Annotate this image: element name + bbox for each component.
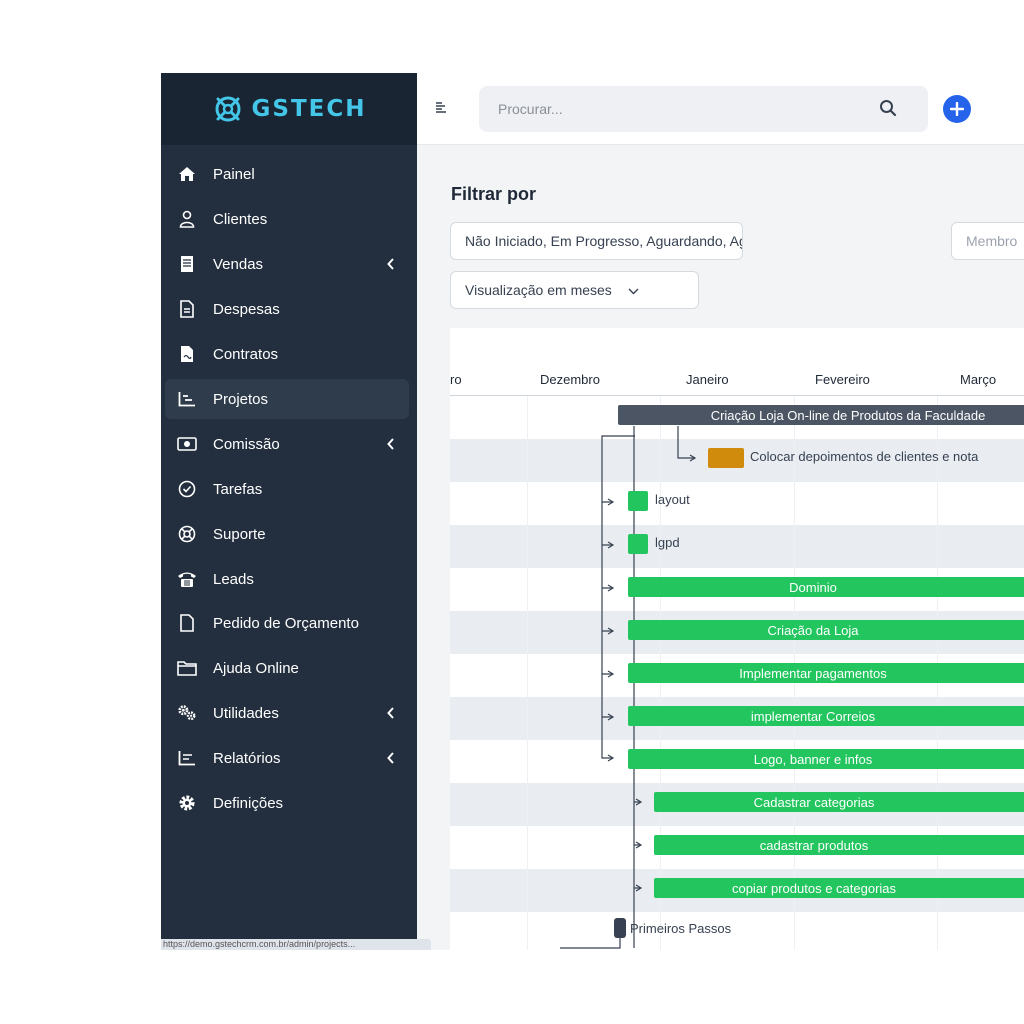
sidebar: GSTECH Painel Clientes Vendas Despesas C… [161, 73, 431, 950]
sidebar-item-painel[interactable]: Painel [165, 154, 409, 194]
gantt-bar-label: Logo, banner e infos [753, 751, 873, 767]
gantt-bar-task[interactable]: copiar produtos e categorias [654, 878, 1024, 898]
gantt-bar-label: Cadastrar categorias [753, 794, 875, 810]
gantt-bar-milestone[interactable] [628, 491, 648, 511]
app-window: GSTECH Painel Clientes Vendas Despesas C… [161, 73, 1024, 950]
sidebar-item-relatorios[interactable]: Relatórios [165, 738, 409, 778]
top-bar [417, 73, 1024, 145]
check-circle-icon [177, 479, 197, 499]
sidebar-item-contratos[interactable]: Contratos [165, 334, 409, 374]
money-icon [177, 434, 197, 454]
members-filter-select[interactable]: Membro [951, 222, 1024, 260]
gantt-bar-label: lgpd [655, 535, 680, 550]
reports-icon [177, 748, 197, 768]
gantt-bar-task[interactable]: Logo, banner e infos [628, 749, 1024, 769]
menu-toggle-icon[interactable] [435, 101, 447, 120]
file-icon [177, 613, 197, 633]
receipt-icon [177, 254, 197, 274]
sidebar-item-tarefas[interactable]: Tarefas [165, 469, 409, 509]
gantt-bar-project[interactable] [614, 918, 626, 938]
sidebar-item-utilidades[interactable]: Utilidades [165, 693, 409, 733]
user-icon [177, 209, 197, 229]
contract-icon [177, 344, 197, 364]
sidebar-item-ajuda-online[interactable]: Ajuda Online [165, 648, 409, 688]
chevron-left-icon [387, 437, 395, 454]
chevron-left-icon [387, 751, 395, 768]
brand-name: GSTECH [251, 96, 367, 122]
folder-icon [177, 658, 197, 678]
search-input[interactable] [479, 86, 859, 132]
filter-title: Filtrar por [451, 184, 537, 204]
gantt-chart: mbro Dezembro Janeiro Fevereiro Março [450, 328, 1024, 950]
status-filter-select[interactable]: Não Iniciado, Em Progresso, Aguardando, … [450, 222, 743, 260]
sidebar-item-comissao[interactable]: Comissão [165, 424, 409, 464]
view-mode-value: Visualização em meses [465, 282, 612, 298]
lifebuoy-icon [177, 524, 197, 544]
sidebar-item-label: Despesas [213, 300, 280, 318]
sidebar-item-pedido-orcamento[interactable]: Pedido de Orçamento [165, 603, 409, 643]
gantt-bar-label: Primeiros Passos [630, 921, 732, 936]
sidebar-item-label: Suporte [213, 525, 266, 543]
sidebar-item-label: Leads [213, 570, 254, 588]
sidebar-item-label: Ajuda Online [213, 659, 299, 677]
chevron-left-icon [387, 706, 395, 723]
gantt-bar-task[interactable]: Implementar pagamentos [628, 663, 1024, 683]
sidebar-item-label: Utilidades [213, 704, 279, 722]
gantt-bar-milestone[interactable] [628, 534, 648, 554]
sidebar-item-label: Comissão [213, 435, 280, 453]
search-icon[interactable] [879, 99, 897, 122]
gantt-bar-task[interactable]: cadastrar produtos [654, 835, 1024, 855]
gantt-bar-label: cadastrar produtos [759, 837, 869, 853]
gantt-bar-label: implementar Correios [750, 708, 876, 724]
sidebar-item-label: Vendas [213, 255, 264, 273]
sidebar-item-label: Projetos [213, 390, 269, 408]
document-icon [177, 299, 197, 319]
sidebar-item-label: Painel [213, 165, 255, 183]
sidebar-item-label: Relatórios [213, 749, 281, 767]
phone-icon [177, 569, 197, 589]
sidebar-item-label: Tarefas [213, 480, 263, 498]
gear-icon [177, 793, 197, 813]
gantt-bar-label: Criação da Loja [767, 622, 859, 638]
search-box [479, 86, 928, 132]
gantt-bar-task[interactable] [708, 448, 744, 468]
sidebar-item-projetos[interactable]: Projetos [165, 379, 409, 419]
home-icon [177, 164, 197, 184]
sidebar-item-label: Pedido de Orçamento [213, 614, 359, 632]
cogs-icon [177, 703, 197, 723]
gantt-bar-label: Colocar depoimentos de clientes e nota [750, 449, 979, 464]
sidebar-item-definicoes[interactable]: Definições [165, 783, 409, 823]
sidebar-item-despesas[interactable]: Despesas [165, 289, 409, 329]
status-filter-value: Não Iniciado, Em Progresso, Aguardando, … [465, 233, 742, 249]
brand-logo-icon [215, 96, 240, 122]
members-filter-placeholder: Membro [966, 233, 1018, 249]
sidebar-item-label: Contratos [213, 345, 279, 363]
chevron-down-icon [628, 282, 639, 298]
brand-logo[interactable]: GSTECH [161, 73, 417, 145]
sidebar-item-label: Clientes [213, 210, 268, 228]
gantt-bar-summary[interactable]: Criação Loja On-line de Produtos da Facu… [618, 405, 1024, 425]
gantt-bar-label: layout [655, 492, 690, 507]
sidebar-item-clientes[interactable]: Clientes [165, 199, 409, 239]
sidebar-item-label: Definições [213, 794, 284, 812]
gantt-bar-label: copiar produtos e categorias [731, 880, 897, 896]
status-bar-url: https://demo.gstechcrm.com.br/admin/proj… [161, 939, 431, 950]
gantt-bar-task[interactable]: Dominio [628, 577, 1024, 597]
sidebar-item-leads[interactable]: Leads [165, 559, 409, 599]
gantt-bar-task[interactable]: Cadastrar categorias [654, 792, 1024, 812]
gantt-bar-label: Implementar pagamentos [739, 665, 887, 681]
sidebar-item-suporte[interactable]: Suporte [165, 514, 409, 554]
gantt-bar-label: Dominio [789, 579, 837, 595]
chevron-left-icon [387, 257, 395, 274]
add-button[interactable] [943, 95, 971, 123]
chart-icon [177, 389, 197, 409]
gantt-bar-task[interactable]: Criação da Loja [628, 620, 1024, 640]
gantt-bar-task[interactable]: implementar Correios [628, 706, 1024, 726]
sidebar-item-vendas[interactable]: Vendas [165, 244, 409, 284]
view-mode-select[interactable]: Visualização em meses [450, 271, 699, 309]
gantt-bar-label: Criação Loja On-line de Produtos da Facu… [710, 407, 986, 423]
plus-icon [950, 102, 964, 116]
